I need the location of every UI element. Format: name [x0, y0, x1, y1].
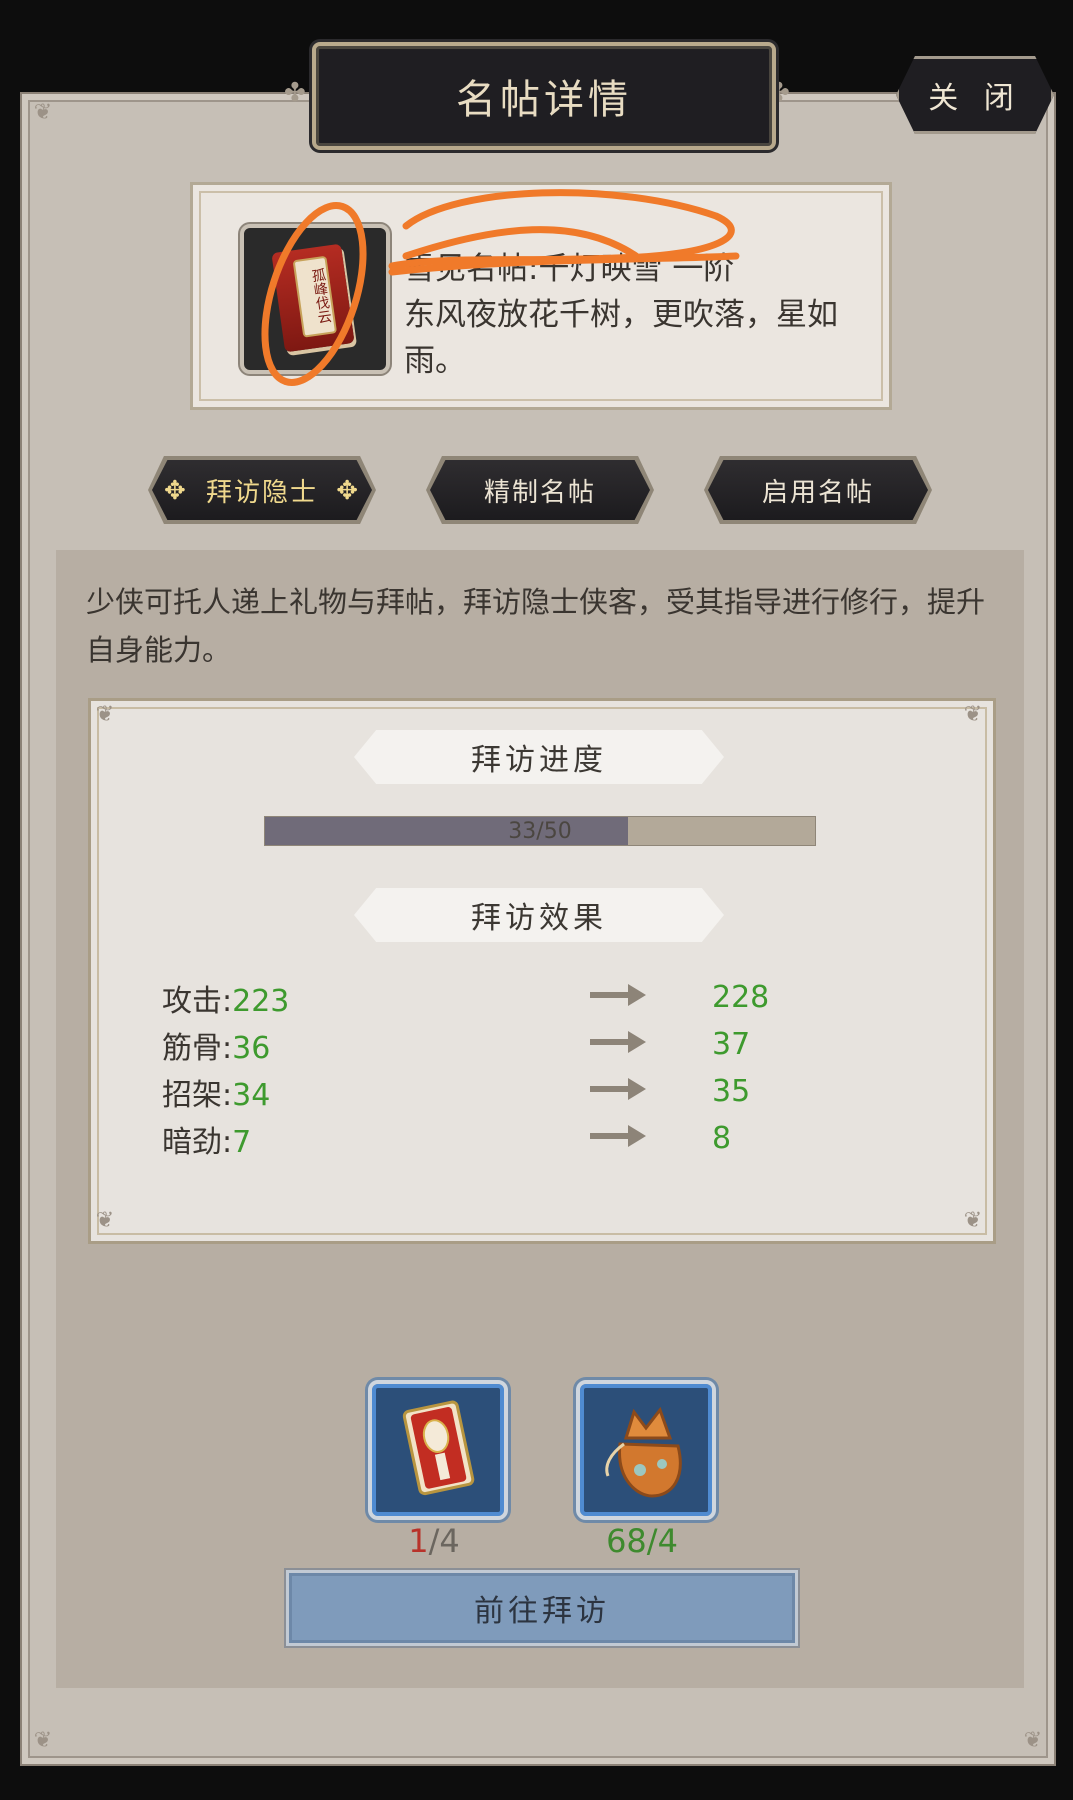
item-desc-line: 雨。: [404, 343, 466, 379]
corner-ornament: ❦: [95, 1208, 115, 1233]
cost-count: 68/4: [572, 1522, 712, 1560]
cost-have: 1: [408, 1522, 429, 1560]
progress-heading: 拜访进度: [354, 730, 724, 784]
title-plate: 名帖详情: [312, 42, 776, 150]
item-info: 雪见名帖:千灯映雪 一阶 东风夜放花千树，更吹落，星如 雨。: [404, 246, 864, 384]
stat-old-value: 223: [232, 984, 290, 1019]
corner-ornament: ❦: [95, 702, 115, 727]
item-name: 雪见名帖:千灯映雪: [404, 251, 663, 287]
stat-old-value: 34: [232, 1078, 271, 1113]
effects-heading-label: 拜访效果: [471, 901, 607, 936]
cost-sep: /: [646, 1522, 658, 1560]
arrow-right-icon: [590, 1125, 646, 1147]
cost-item-gift-pouch[interactable]: [576, 1380, 716, 1520]
effects-heading: 拜访效果: [354, 888, 724, 942]
card-badge-text: 孤峰伐云: [292, 255, 338, 338]
tab-ornament-icon: ✥: [164, 476, 188, 506]
stat-row: 攻击:223 228: [162, 976, 862, 1020]
stat-new-value: 8: [712, 1121, 732, 1156]
card-scroll-icon: 孤峰伐云: [271, 243, 355, 353]
go-visit-button[interactable]: 前往拜访: [286, 1570, 798, 1646]
tab-label: 精制名帖: [483, 477, 596, 508]
gift-pouch-icon: [605, 1406, 682, 1498]
corner-ornament: ❦: [33, 1728, 53, 1753]
tab-visit-hermit[interactable]: ✥ 拜访隐士 ✥: [152, 460, 372, 520]
cost-item-visit-card[interactable]: [368, 1380, 508, 1520]
go-visit-label: 前往拜访: [474, 1594, 610, 1629]
stat-row: 招架:34 35: [162, 1070, 862, 1114]
item-rank: 一阶: [672, 251, 735, 287]
corner-ornament: ❦: [1023, 1728, 1043, 1753]
title-ornament-left: ✤: [284, 78, 306, 108]
description-text: 少侠可托人递上礼物与拜帖，拜访隐士侠客，受其指导进行修行，提升自身能力。: [86, 585, 986, 667]
cost-need: 4: [439, 1522, 460, 1560]
cost-have: 68: [606, 1522, 647, 1560]
close-button[interactable]: 关 闭: [896, 56, 1054, 134]
stat-name: 招架:: [162, 1078, 233, 1113]
arrow-right-icon: [590, 1031, 646, 1053]
close-button-label: 关 闭: [928, 81, 1022, 116]
stat-name: 攻击:: [162, 984, 233, 1019]
stat-new-value: 37: [712, 1027, 751, 1062]
progress-label: 33/50: [508, 818, 572, 844]
stat-new-value: 35: [712, 1074, 751, 1109]
tab-ornament-icon: ✥: [336, 476, 360, 506]
corner-ornament: ❦: [963, 1208, 983, 1233]
stat-old-value: 7: [232, 1125, 252, 1160]
cost-sep: /: [428, 1522, 440, 1560]
arrow-right-icon: [590, 1078, 646, 1100]
stat-name: 暗劲:: [162, 1125, 233, 1160]
visit-card-icon: [402, 1400, 475, 1496]
arrow-right-icon: [590, 984, 646, 1006]
progress-heading-label: 拜访进度: [471, 743, 607, 778]
tab-enable-card[interactable]: 启用名帖: [708, 460, 928, 520]
stat-old-value: 36: [232, 1031, 271, 1066]
cost-need: 4: [657, 1522, 678, 1560]
tab-refine-card[interactable]: 精制名帖: [430, 460, 650, 520]
item-icon-frame[interactable]: 孤峰伐云: [240, 224, 390, 374]
stat-row: 筋骨:36 37: [162, 1023, 862, 1067]
cost-count: 1/4: [364, 1522, 504, 1560]
page-title: 名帖详情: [456, 77, 632, 123]
corner-ornament: ❦: [33, 100, 53, 125]
stat-new-value: 228: [712, 980, 770, 1015]
visit-progress-bar: 33/50: [264, 816, 816, 846]
item-desc-line: 东风夜放花千树，更吹落，星如: [404, 297, 838, 333]
corner-ornament: ❦: [963, 702, 983, 727]
tab-label: 启用名帖: [761, 477, 874, 508]
item-title-row: 雪见名帖:千灯映雪 一阶: [404, 246, 864, 292]
stat-row: 暗劲:7 8: [162, 1117, 862, 1161]
tab-label: 拜访隐士: [205, 477, 318, 508]
stat-name: 筋骨:: [162, 1031, 233, 1066]
